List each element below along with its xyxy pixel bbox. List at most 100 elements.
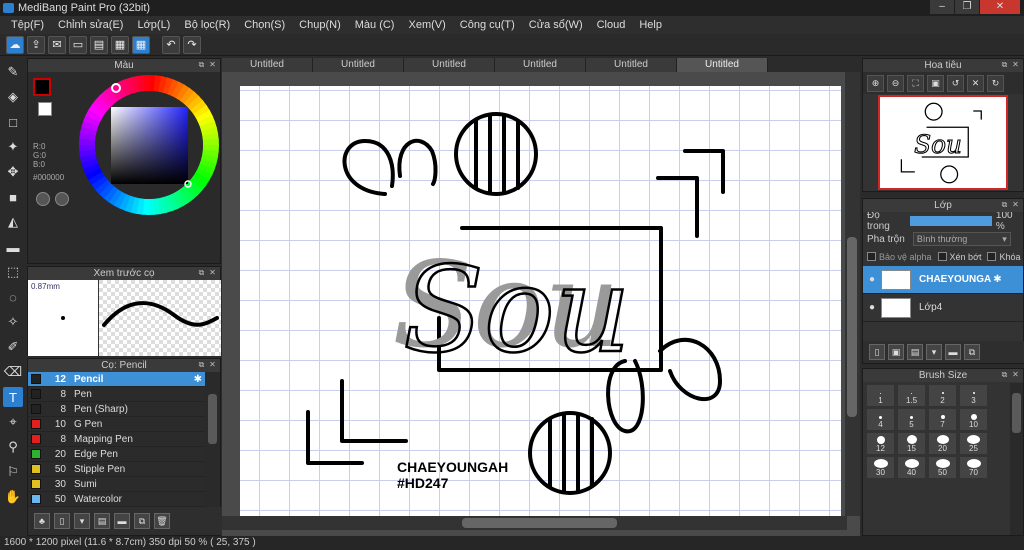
visibility-icon[interactable]: ● bbox=[863, 302, 881, 313]
rotate-left-icon[interactable]: ↺ bbox=[947, 74, 964, 92]
add-layer-dropdown-icon[interactable]: ▾ bbox=[926, 344, 942, 360]
brush-item-pen[interactable]: 8 Pen bbox=[28, 387, 206, 402]
dot-tool-icon[interactable]: ✦ bbox=[3, 137, 23, 157]
clip-checkbox[interactable]: Xén bớt bbox=[937, 252, 981, 262]
pen-tool-icon[interactable]: ⚐ bbox=[3, 462, 23, 482]
brush-size-25[interactable]: 25 bbox=[960, 433, 987, 454]
tab-untitled-5[interactable]: Untitled bbox=[586, 58, 677, 72]
visibility-icon[interactable]: ● bbox=[863, 274, 881, 285]
brush-item-stipple-pen[interactable]: 50 Stipple Pen bbox=[28, 462, 206, 477]
minimize-button[interactable]: – bbox=[930, 0, 954, 14]
share-icon[interactable]: ⇪ bbox=[27, 35, 45, 54]
brush-size-3[interactable]: 3 bbox=[960, 385, 987, 406]
panel-close-icon[interactable]: ✕ bbox=[1011, 60, 1020, 69]
brush-item-sumi[interactable]: 30 Sumi bbox=[28, 477, 206, 492]
chat-icon[interactable]: ▭ bbox=[69, 35, 87, 54]
palette-icon[interactable] bbox=[36, 192, 50, 206]
vertical-scrollbar[interactable] bbox=[845, 72, 860, 516]
tab-untitled-6[interactable]: Untitled bbox=[677, 58, 768, 72]
gradient-tool-icon[interactable]: ▬ bbox=[3, 237, 23, 257]
menu-color[interactable]: Màu (C) bbox=[348, 19, 402, 31]
primary-color-swatch[interactable] bbox=[33, 78, 51, 96]
actual-size-icon[interactable]: ▣ bbox=[927, 74, 944, 92]
menu-snap[interactable]: Chụp(N) bbox=[292, 19, 348, 31]
brush-size-20[interactable]: 20 bbox=[929, 433, 956, 454]
tab-untitled-1[interactable]: Untitled bbox=[222, 58, 313, 72]
brush-size-1-5[interactable]: 1.5 bbox=[898, 385, 925, 406]
document-icon[interactable]: ▤ bbox=[90, 35, 108, 54]
brush-item-mapping-pen[interactable]: 8 Mapping Pen bbox=[28, 432, 206, 447]
new-halftone-layer-icon[interactable]: ▤ bbox=[907, 344, 923, 360]
brush-item-g-pen[interactable]: 10 G Pen bbox=[28, 417, 206, 432]
brush-size-2[interactable]: 2 bbox=[929, 385, 956, 406]
brush-size-4[interactable]: 4 bbox=[867, 409, 894, 430]
brush-size-40[interactable]: 40 bbox=[898, 457, 925, 478]
redo-icon[interactable]: ↷ bbox=[183, 35, 201, 54]
move-tool-icon[interactable]: ✥ bbox=[3, 162, 23, 182]
tab-untitled-2[interactable]: Untitled bbox=[313, 58, 404, 72]
text-tool-icon[interactable]: T bbox=[3, 387, 23, 407]
brush-size-10[interactable]: 10 bbox=[960, 409, 987, 430]
panel-close-icon[interactable]: ✕ bbox=[208, 268, 217, 277]
new-layer-icon[interactable]: ▯ bbox=[869, 344, 885, 360]
secondary-color-swatch[interactable] bbox=[38, 102, 52, 116]
brush-item-pencil[interactable]: 12 Pencil ✱ bbox=[28, 372, 206, 387]
horizontal-scrollbar[interactable] bbox=[222, 516, 847, 530]
new-color-layer-icon[interactable]: ▣ bbox=[888, 344, 904, 360]
menu-cloud[interactable]: Cloud bbox=[590, 19, 633, 31]
folder-icon[interactable]: ▬ bbox=[114, 513, 130, 529]
add-dropdown-icon[interactable]: ▾ bbox=[74, 513, 90, 529]
bucket-tool-icon[interactable]: ◭ bbox=[3, 212, 23, 232]
duplicate-icon[interactable]: ⧉ bbox=[134, 513, 150, 529]
layer-item-lop4[interactable]: ● Lớp4 bbox=[863, 294, 1023, 322]
duplicate-layer-icon[interactable]: ⧉ bbox=[964, 344, 980, 360]
new-brush-icon[interactable]: ▯ bbox=[54, 513, 70, 529]
dropper-tool-icon[interactable]: ⚲ bbox=[3, 437, 23, 457]
maximize-button[interactable]: ❐ bbox=[955, 0, 979, 14]
drawing-canvas[interactable]: Sou Sou CHAEYOUNGAH #HD247 bbox=[240, 86, 841, 516]
tab-untitled-4[interactable]: Untitled bbox=[495, 58, 586, 72]
brush-size-70[interactable]: 70 bbox=[960, 457, 987, 478]
brush-list-scrollbar[interactable] bbox=[205, 372, 220, 508]
fill-rect-tool-icon[interactable]: ■ bbox=[3, 187, 23, 207]
rotate-right-icon[interactable]: ↻ bbox=[987, 74, 1004, 92]
panel-close-icon[interactable]: ✕ bbox=[1011, 370, 1020, 379]
brush-size-scrollbar[interactable] bbox=[1010, 383, 1023, 535]
color-settings-icon[interactable] bbox=[55, 192, 69, 206]
gear-icon[interactable]: ✱ bbox=[993, 274, 1001, 285]
brush-size-7[interactable]: 7 bbox=[929, 409, 956, 430]
panel-popout-icon[interactable]: ⧉ bbox=[1000, 60, 1009, 69]
menu-view[interactable]: Xem(V) bbox=[401, 19, 452, 31]
zoom-in-icon[interactable]: ⊕ bbox=[867, 74, 884, 92]
magic-wand-icon[interactable]: ✧ bbox=[3, 312, 23, 332]
layer-item-chaeyounga[interactable]: ● CHAEYOUNGA ✱ bbox=[863, 266, 1023, 294]
panel-close-icon[interactable]: ✕ bbox=[208, 60, 217, 69]
menu-tools[interactable]: Công cụ(T) bbox=[453, 19, 522, 31]
navigator-thumbnail[interactable]: Sou bbox=[878, 95, 1008, 190]
select-eraser-icon[interactable]: ⌫ bbox=[3, 362, 23, 382]
layout-icon[interactable]: ▦ bbox=[111, 35, 129, 54]
brush-size-15[interactable]: 15 bbox=[898, 433, 925, 454]
select-pen-icon[interactable]: ✐ bbox=[3, 337, 23, 357]
panel-popout-icon[interactable]: ⧉ bbox=[1000, 370, 1009, 379]
menu-layer[interactable]: Lớp(L) bbox=[130, 19, 177, 31]
rectangle-tool-icon[interactable]: □ bbox=[3, 112, 23, 132]
operation-tool-icon[interactable]: ⌖ bbox=[3, 412, 23, 432]
brush-item-watercolor[interactable]: 50 Watercolor bbox=[28, 492, 206, 507]
panel-popout-icon[interactable]: ⧉ bbox=[197, 268, 206, 277]
panel-close-icon[interactable]: ✕ bbox=[208, 360, 217, 369]
protect-alpha-checkbox[interactable]: Bảo vệ alpha bbox=[867, 252, 932, 262]
gear-icon[interactable]: ✱ bbox=[194, 374, 202, 385]
flip-icon[interactable]: ✕ bbox=[967, 74, 984, 92]
eraser-tool-icon[interactable]: ◈ bbox=[3, 87, 23, 107]
lasso-tool-icon[interactable]: ◌ bbox=[3, 287, 23, 307]
delete-icon[interactable]: 🗑 bbox=[154, 513, 170, 529]
panel-popout-icon[interactable]: ⧉ bbox=[1000, 200, 1009, 209]
select-tool-icon[interactable]: ⬚ bbox=[3, 262, 23, 282]
fit-icon[interactable]: ⛶ bbox=[907, 74, 924, 92]
brush-size-5[interactable]: 5 bbox=[898, 409, 925, 430]
brush-item-pen-sharp[interactable]: 8 Pen (Sharp) bbox=[28, 402, 206, 417]
undo-icon[interactable]: ↶ bbox=[162, 35, 180, 54]
color-wheel[interactable] bbox=[78, 74, 220, 216]
panel-close-icon[interactable]: ✕ bbox=[1011, 200, 1020, 209]
